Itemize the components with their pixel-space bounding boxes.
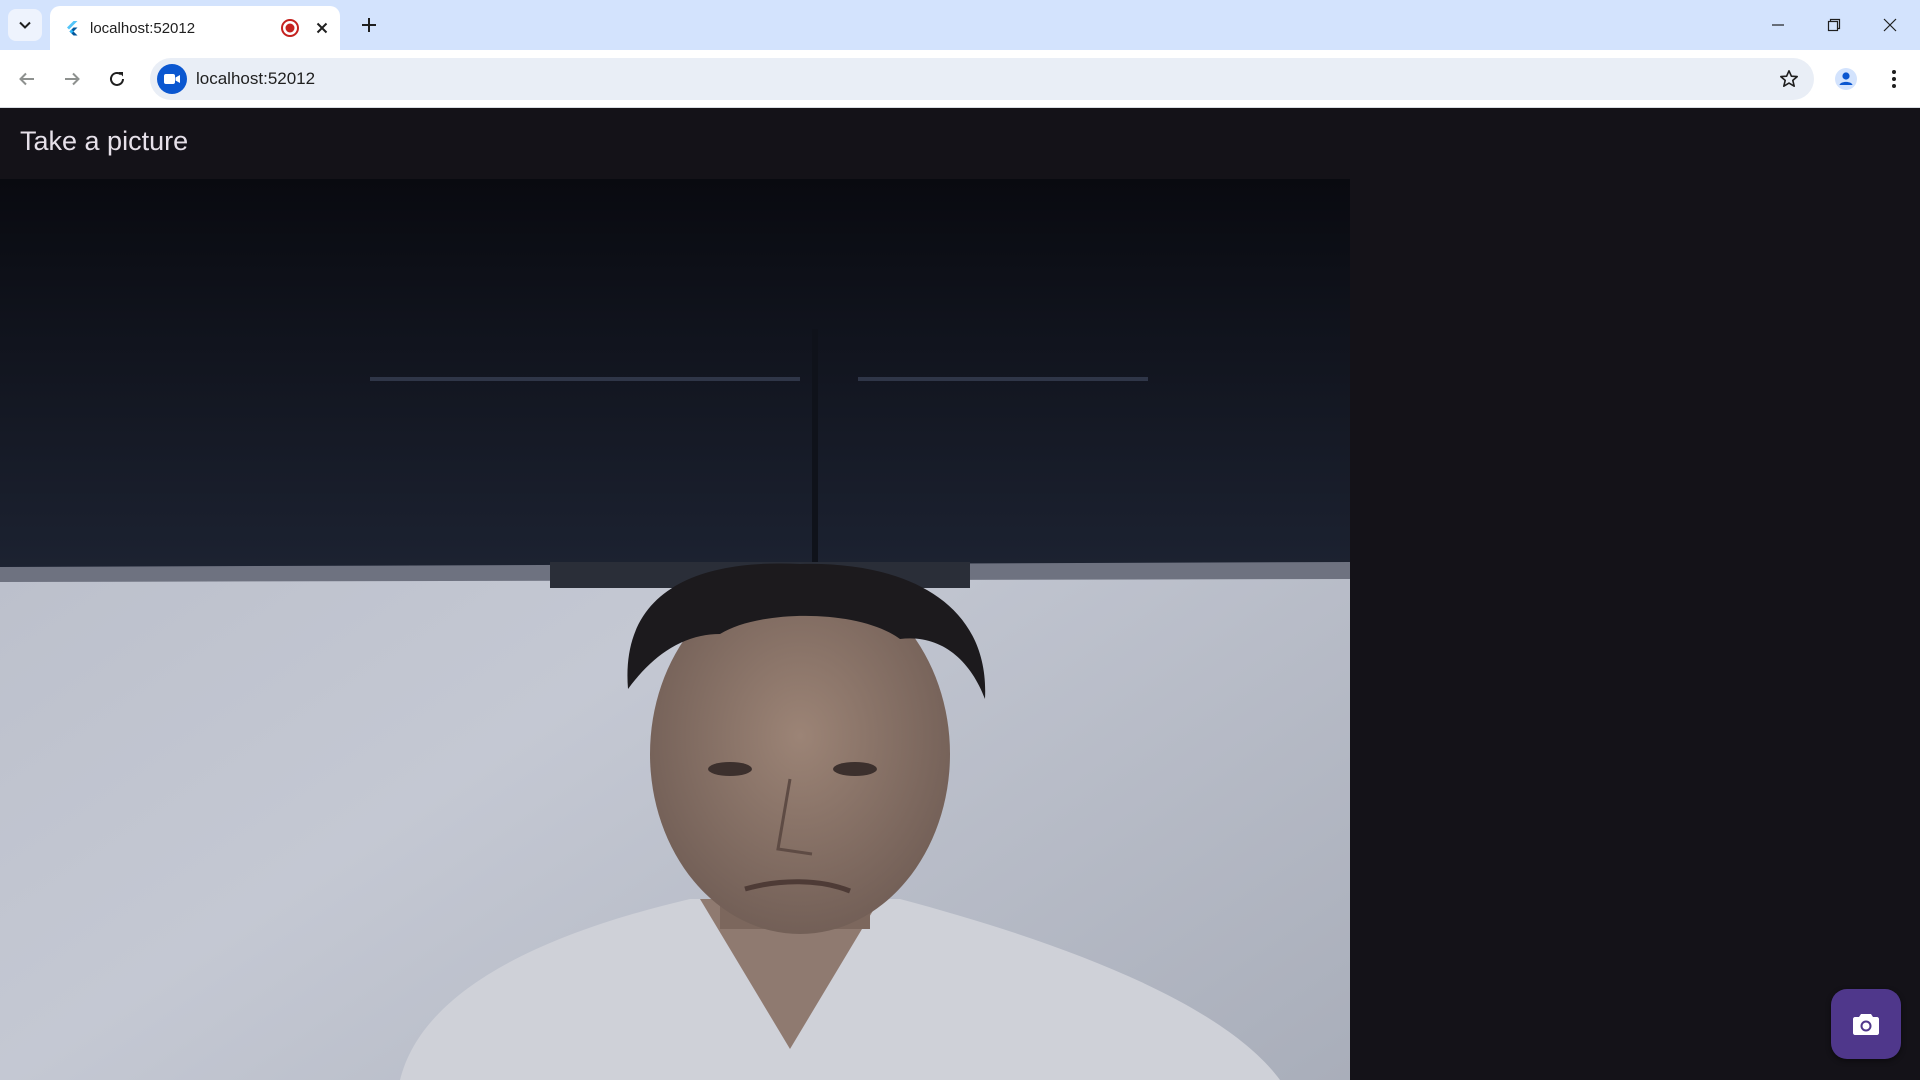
- arrow-right-icon: [65, 72, 80, 86]
- close-icon: [1883, 18, 1897, 32]
- tab-title: localhost:52012: [90, 20, 196, 37]
- camera-preview: [0, 179, 1350, 1080]
- close-window-button[interactable]: [1862, 0, 1918, 50]
- app-content: Take a picture: [0, 109, 1920, 1080]
- flutter-icon: [67, 21, 78, 36]
- recording-indicator-icon: [281, 19, 299, 37]
- address-bar[interactable]: localhost:52012: [150, 58, 1814, 100]
- video-camera-icon: [164, 74, 180, 84]
- browser-toolbar: localhost:52012: [0, 50, 1920, 108]
- new-tab-button[interactable]: [354, 10, 384, 40]
- back-button[interactable]: [11, 63, 43, 95]
- reload-icon: [110, 71, 124, 86]
- tab-search-button[interactable]: [8, 9, 42, 41]
- arrow-left-icon: [19, 72, 34, 86]
- star-icon: [1780, 70, 1798, 87]
- browser-menu-button[interactable]: [1878, 63, 1910, 95]
- camera-icon: [1853, 1014, 1879, 1035]
- more-vert-icon: [1892, 70, 1896, 88]
- take-picture-button[interactable]: [1831, 989, 1901, 1059]
- camera-feed-image: [0, 179, 1350, 1080]
- person-icon: [1835, 68, 1857, 90]
- restore-button[interactable]: [1806, 0, 1862, 50]
- bookmark-button[interactable]: [1776, 66, 1802, 92]
- page-title: Take a picture: [20, 126, 189, 156]
- minimize-button[interactable]: [1750, 0, 1806, 50]
- chevron-down-icon: [19, 21, 31, 29]
- restore-icon: [1827, 18, 1841, 32]
- profile-button[interactable]: [1830, 63, 1862, 95]
- close-icon: [316, 22, 328, 34]
- forward-button[interactable]: [56, 63, 88, 95]
- browser-tab[interactable]: localhost:52012: [50, 6, 340, 50]
- site-info-button[interactable]: [157, 64, 187, 94]
- minimize-icon: [1772, 24, 1784, 26]
- tab-close-button[interactable]: [310, 16, 334, 40]
- browser-tab-strip: localhost:52012: [0, 0, 1920, 50]
- url-text: localhost:52012: [196, 69, 316, 88]
- plus-icon: [362, 18, 376, 32]
- reload-button[interactable]: [101, 63, 133, 95]
